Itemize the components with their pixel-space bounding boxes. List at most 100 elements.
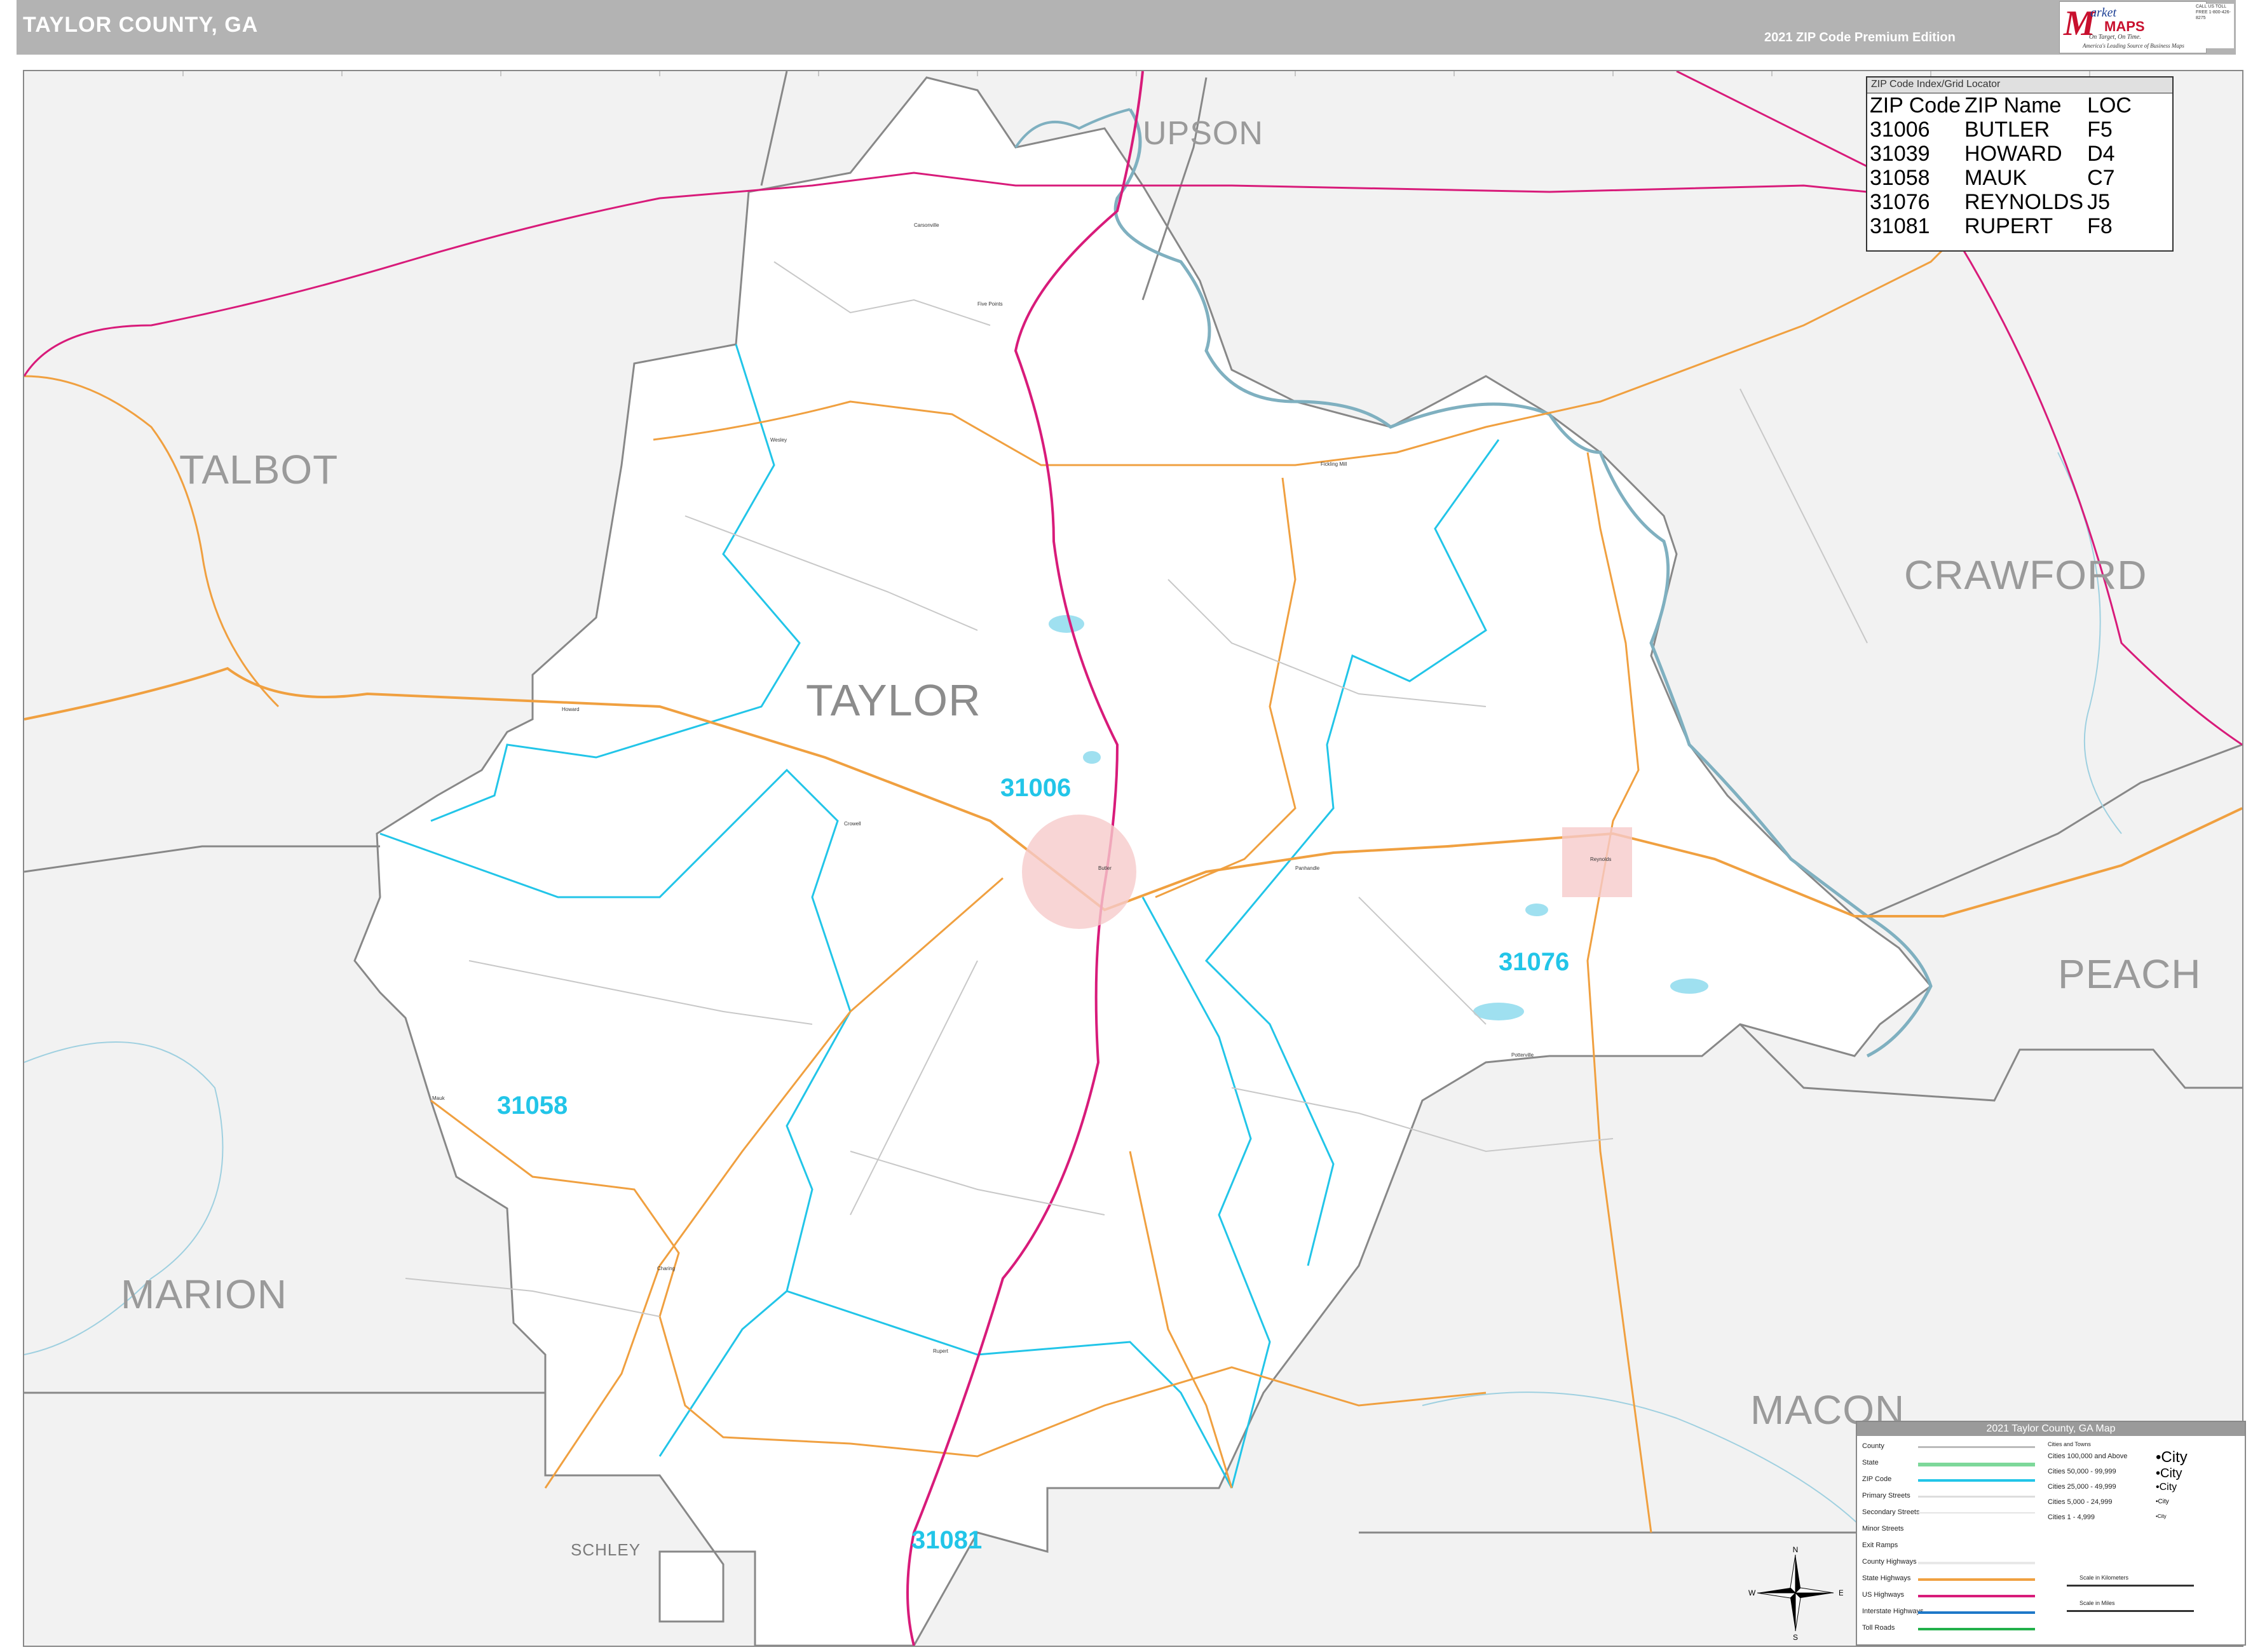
zip-index-loc: D4 xyxy=(2087,142,2115,166)
lake-5 xyxy=(1525,904,1548,916)
lake-2 xyxy=(1473,1003,1524,1020)
legend-swatch-primary xyxy=(1918,1496,2035,1498)
zip-index-name: HOWARD xyxy=(1964,142,2062,166)
zip-index-name: REYNOLDS xyxy=(1964,190,2084,214)
legend-city-sample: •City xyxy=(2156,1449,2188,1466)
town-label-five-points: Five Points xyxy=(977,301,1003,307)
logo-slogan: On Target, On Time. xyxy=(2089,34,2141,41)
zip-index-header: ZIP Name xyxy=(1964,93,2062,118)
town-label-wesley: Wesley xyxy=(770,437,787,443)
legend-swatch-interstate xyxy=(1918,1611,2035,1614)
legend-swatch-toll xyxy=(1918,1628,2035,1630)
legend-swatch-zip xyxy=(1918,1479,2035,1482)
zip-index-code: 31081 xyxy=(1870,214,1930,238)
town-label-reynolds: Reynolds xyxy=(1590,856,1612,862)
legend-item-zip: ZIP Code xyxy=(1862,1475,1892,1483)
zip-label-31076: 31076 xyxy=(1499,948,1570,976)
zip-index-table: ZIP Code ZIP Name LOC 31006 BUTLER F5 31… xyxy=(1870,93,2135,238)
legend-city-tier: Cities 1 - 4,999 xyxy=(2048,1513,2095,1521)
town-label-crowell: Crowell xyxy=(844,821,861,827)
legend-item-state-hwy: State Highways xyxy=(1862,1574,1911,1582)
map-canvas[interactable]: UPSON TALBOT CRAWFORD TAYLOR PEACH MARIO… xyxy=(23,70,2243,1647)
county-label-taylor: TAYLOR xyxy=(806,675,981,725)
map-title: TAYLOR COUNTY, GA xyxy=(23,13,259,37)
map-graphics xyxy=(24,71,2242,1646)
legend-item-county: County xyxy=(1862,1442,1884,1450)
legend-swatch-county-hwy xyxy=(1918,1562,2035,1564)
legend-scale-mi: Scale in Miles xyxy=(2079,1600,2115,1606)
legend-city-tier: Cities 5,000 - 24,999 xyxy=(2048,1498,2113,1506)
legend-item-minor: Minor Streets xyxy=(1862,1525,1904,1533)
market-maps-logo[interactable]: M arket MAPS On Target, On Time. America… xyxy=(2059,1,2207,53)
zip-label-31006: 31006 xyxy=(1000,774,1072,802)
zip-index-title: ZIP Code Index/Grid Locator xyxy=(1867,78,2172,93)
county-label-schley: SCHLEY xyxy=(571,1540,641,1559)
zip-index-row: 31006 BUTLER F5 xyxy=(1870,118,2135,142)
legend-city-sample: •City xyxy=(2156,1482,2177,1493)
county-label-upson: UPSON xyxy=(1143,115,1263,152)
legend-swatch-county xyxy=(1918,1446,2035,1448)
state-highway-west xyxy=(24,375,280,708)
legend-item-interstate: Interstate Highways xyxy=(1862,1608,1924,1615)
county-label-crawford: CRAWFORD xyxy=(1904,552,2147,598)
legend-cities-head: Cities and Towns xyxy=(2048,1441,2091,1447)
talbot-upson-line xyxy=(760,71,788,186)
town-label-charing: Charing xyxy=(657,1266,676,1271)
legend-swatch-secondary xyxy=(1918,1512,2035,1513)
compass-n: N xyxy=(1793,1545,1799,1554)
zip-index-row: 31039 HOWARD D4 xyxy=(1870,142,2135,166)
lake-4 xyxy=(1083,751,1101,764)
town-label-panhandle: Panhandle xyxy=(1295,865,1320,871)
lake-3 xyxy=(1670,978,1708,994)
map-edition: 2021 ZIP Code Premium Edition xyxy=(1764,30,1956,44)
town-label-mauk: Mauk xyxy=(432,1095,445,1101)
legend-item-county-hwy: County Highways xyxy=(1862,1558,1917,1566)
legend-swatch-us-hwy xyxy=(1918,1595,2035,1597)
legend-item-state: State xyxy=(1862,1459,1879,1466)
talbot-marion-line xyxy=(24,845,380,873)
zip-index-row: 31076 REYNOLDS J5 xyxy=(1870,190,2135,214)
county-label-talbot: TALBOT xyxy=(179,447,339,492)
town-label-carsonville: Carsonville xyxy=(914,222,939,228)
zip-index-code: 31076 xyxy=(1870,190,1930,214)
legend-title: 2021 Taylor County, GA Map xyxy=(1857,1422,2245,1436)
town-label-fickling-mill: Fickling Mill xyxy=(1321,461,1347,467)
zip-index-loc: J5 xyxy=(2087,190,2110,214)
legend-scale-mi-bar xyxy=(2067,1610,2194,1612)
compass-w: W xyxy=(1748,1588,1756,1597)
legend-city-tier: Cities 50,000 - 99,999 xyxy=(2048,1468,2116,1475)
header-bar: TAYLOR COUNTY, GA 2021 ZIP Code Premium … xyxy=(17,0,2236,55)
logo-maps: MAPS xyxy=(2104,18,2145,34)
legend-item-primary: Primary Streets xyxy=(1862,1492,1910,1500)
legend-item-toll: Toll Roads xyxy=(1862,1624,1895,1632)
zip-index-name: RUPERT xyxy=(1964,214,2053,238)
town-label-butler: Butler xyxy=(1098,865,1112,871)
reynolds-city-area xyxy=(1562,827,1632,897)
legend-city-tier: Cities 100,000 and Above xyxy=(2048,1452,2128,1460)
zip-index-header-row: ZIP Code ZIP Name LOC xyxy=(1870,93,2135,118)
zip-index-row: 31058 MAUK C7 xyxy=(1870,166,2135,190)
legend-scale-km: Scale in Kilometers xyxy=(2079,1574,2129,1581)
zip-index-code: 31039 xyxy=(1870,142,1930,166)
legend-item-ramps: Exit Ramps xyxy=(1862,1541,1898,1549)
lake-1 xyxy=(1049,615,1084,633)
taylor-county-area xyxy=(353,76,1933,1646)
zip-index-name: MAUK xyxy=(1964,166,2027,190)
compass-e: E xyxy=(1839,1588,1843,1597)
zip-index-loc: F5 xyxy=(2087,118,2113,142)
zip-index-code: 31006 xyxy=(1870,118,1930,142)
county-label-peach: PEACH xyxy=(2058,951,2202,997)
compass-s: S xyxy=(1793,1633,1798,1641)
legend-city-tier: Cities 25,000 - 49,999 xyxy=(2048,1483,2116,1491)
zip-label-31081: 31081 xyxy=(911,1526,983,1554)
zip-index-name: BUTLER xyxy=(1964,118,2050,142)
legend-item-us-hwy: US Highways xyxy=(1862,1591,1905,1599)
town-label-rupert: Rupert xyxy=(933,1348,949,1354)
legend-item-secondary: Secondary Streets xyxy=(1862,1508,1920,1516)
county-label-marion: MARION xyxy=(121,1271,287,1317)
zip-label-31058: 31058 xyxy=(497,1092,568,1120)
town-label-potterville: Potterville xyxy=(1511,1052,1534,1058)
peach-county-line xyxy=(1867,743,2242,917)
legend-swatch-state xyxy=(1918,1463,2035,1466)
town-label-howard: Howard xyxy=(562,707,580,712)
